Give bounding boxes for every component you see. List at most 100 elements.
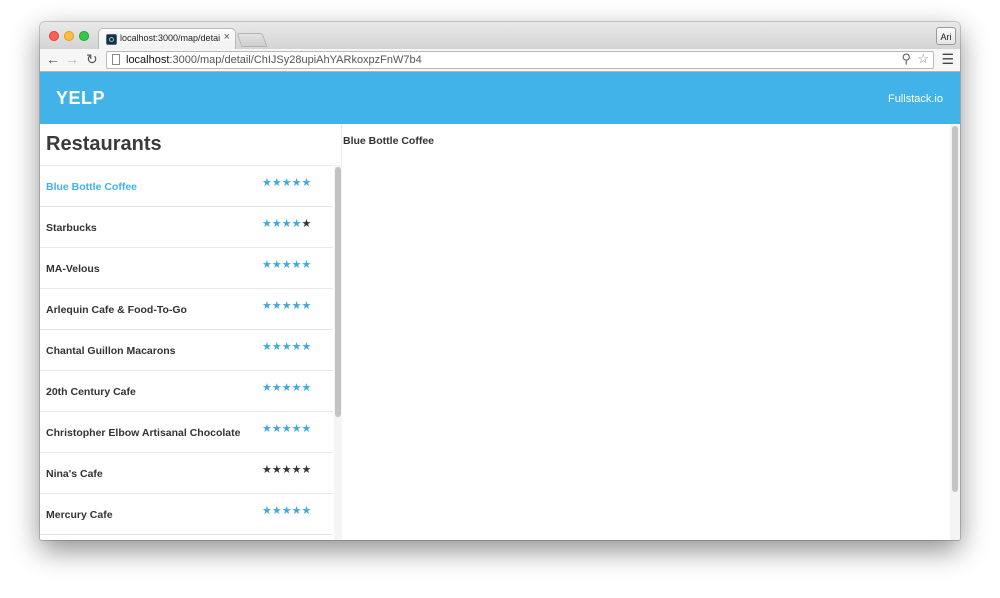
restaurant-name[interactable]: Nina's Cafe <box>46 468 103 480</box>
close-window-button[interactable] <box>49 31 59 41</box>
star-icon: ★ <box>271 505 282 517</box>
star-icon: ★ <box>291 382 302 394</box>
address-bar[interactable]: localhost:3000/map/detail/ChIJSy28upiAhY… <box>106 51 934 69</box>
restaurants-sidebar: Restaurants Blue Bottle Coffee ★★★★★ Starb… <box>40 124 342 540</box>
star-icon: ★ <box>262 259 272 271</box>
star-rating: ★★★★★ <box>262 296 311 314</box>
star-icon: ★ <box>281 341 292 353</box>
star-icon: ★ <box>291 423 302 435</box>
page-icon <box>112 54 120 65</box>
star-rating: ★★★★★ <box>262 173 311 191</box>
restaurant-name[interactable]: Blue Bottle Coffee <box>46 181 137 193</box>
browser-tab[interactable]: localhost:3000/map/detail/ × <box>98 28 236 49</box>
star-icon: ★ <box>262 382 272 394</box>
star-icon: ★ <box>291 259 302 271</box>
star-icon: ★ <box>262 177 272 189</box>
sidebar-title: Restaurants <box>46 133 162 155</box>
restaurant-name[interactable]: 20th Century Cafe <box>46 386 136 398</box>
yelp-logo[interactable]: YELP <box>56 88 105 109</box>
url-path: :3000/map/detail/ChIJSy28upiAhYARkoxpzFn… <box>169 54 422 66</box>
star-icon: ★ <box>281 382 292 394</box>
minimize-window-button[interactable] <box>64 31 74 41</box>
star-icon: ★ <box>262 218 272 230</box>
detail-panel: Blue Bottle Coffee <box>342 124 950 540</box>
reload-icon[interactable]: ↻ <box>86 51 98 68</box>
star-icon: ★ <box>281 300 292 312</box>
star-icon: ★ <box>301 464 312 476</box>
restaurant-name[interactable]: MA-Velous <box>46 263 100 275</box>
restaurant-list-item[interactable]: 20th Century Cafe ★★★★★ <box>40 371 333 412</box>
back-arrow-icon[interactable]: ← <box>46 51 60 68</box>
star-icon: ★ <box>281 423 292 435</box>
bookmark-star-icon[interactable]: ☆ <box>917 51 929 67</box>
list-scrollbar[interactable] <box>334 165 342 540</box>
restaurant-name[interactable]: Chantal Guillon Macarons <box>46 345 176 357</box>
star-rating: ★★★★★ <box>262 255 311 273</box>
star-icon: ★ <box>262 300 272 312</box>
restaurant-list-item[interactable]: Nina's Cafe ★★★★★ <box>40 453 333 494</box>
star-icon: ★ <box>301 218 312 230</box>
restaurant-list-item[interactable]: Starbucks ★★★★★ <box>40 207 333 248</box>
star-icon: ★ <box>271 177 282 189</box>
star-icon: ★ <box>291 177 302 189</box>
star-icon: ★ <box>301 300 312 312</box>
app-header: YELP Fullstack.io <box>40 72 960 124</box>
star-icon: ★ <box>291 218 302 230</box>
star-icon: ★ <box>271 464 282 476</box>
tab-close-icon[interactable]: × <box>224 31 230 43</box>
star-icon: ★ <box>301 382 312 394</box>
url-host: localhost <box>126 54 170 66</box>
search-zoom-icon[interactable]: ⚲ <box>901 51 911 67</box>
star-rating: ★★★★★ <box>262 378 311 396</box>
star-icon: ★ <box>271 341 282 353</box>
restaurant-name[interactable]: Starbucks <box>46 222 97 234</box>
restaurant-list-item[interactable]: Arlequin Cafe & Food-To-Go ★★★★★ <box>40 289 333 330</box>
star-icon: ★ <box>301 177 312 189</box>
star-icon: ★ <box>281 218 292 230</box>
star-icon: ★ <box>291 505 302 517</box>
star-icon: ★ <box>262 464 272 476</box>
maximize-window-button[interactable] <box>79 31 89 41</box>
restaurant-name[interactable]: Christopher Elbow Artisanal Chocolate <box>46 427 240 439</box>
tab-title: localhost:3000/map/detail/ <box>120 33 220 43</box>
star-rating: ★★★★★ <box>262 501 311 519</box>
page-scrollbar-thumb[interactable] <box>952 126 958 492</box>
star-icon: ★ <box>291 341 302 353</box>
browser-toolbar: ← → ↻ localhost:3000/map/detail/ChIJSy28… <box>40 49 960 72</box>
profile-button[interactable]: Ari <box>936 27 956 45</box>
forward-arrow-icon[interactable]: → <box>65 51 79 68</box>
react-favicon-icon <box>106 34 117 45</box>
browser-window: localhost:3000/map/detail/ × Ari ← → ↻ l… <box>40 22 960 540</box>
star-icon: ★ <box>291 300 302 312</box>
page-scrollbar[interactable] <box>950 124 960 540</box>
star-icon: ★ <box>281 177 292 189</box>
fullstack-link[interactable]: Fullstack.io <box>888 93 943 105</box>
restaurant-list-item[interactable]: MA-Velous ★★★★★ <box>40 248 333 289</box>
restaurant-list-item[interactable]: Mercury Cafe ★★★★★ <box>40 494 333 535</box>
menu-icon[interactable]: ☰ <box>941 52 954 67</box>
star-icon: ★ <box>301 341 312 353</box>
url-text[interactable]: localhost:3000/map/detail/ChIJSy28upiAhY… <box>126 53 422 68</box>
star-icon: ★ <box>271 382 282 394</box>
restaurant-name[interactable]: Arlequin Cafe & Food-To-Go <box>46 304 187 316</box>
restaurant-list-item[interactable]: Chantal Guillon Macarons ★★★★★ <box>40 330 333 371</box>
new-tab-button[interactable] <box>236 33 268 47</box>
star-icon: ★ <box>281 464 292 476</box>
list-scrollbar-thumb[interactable] <box>335 167 341 417</box>
restaurant-list-item[interactable]: Christopher Elbow Artisanal Chocolate ★★★… <box>40 412 333 453</box>
restaurant-list-item[interactable]: Blue Bottle Coffee ★★★★★ <box>40 166 333 207</box>
star-icon: ★ <box>281 259 292 271</box>
star-icon: ★ <box>271 423 282 435</box>
restaurant-list[interactable]: Blue Bottle Coffee ★★★★★ Starbucks ★★★★★ MA-… <box>40 165 333 540</box>
tab-strip: localhost:3000/map/detail/ × Ari <box>40 22 960 49</box>
star-icon: ★ <box>271 300 282 312</box>
star-rating: ★★★★★ <box>262 419 311 437</box>
star-rating: ★★★★★ <box>262 460 311 478</box>
star-rating: ★★★★★ <box>262 337 311 355</box>
star-icon: ★ <box>262 505 272 517</box>
star-icon: ★ <box>271 259 282 271</box>
star-icon: ★ <box>271 218 282 230</box>
restaurant-name[interactable]: Mercury Cafe <box>46 509 113 521</box>
star-icon: ★ <box>301 259 312 271</box>
star-icon: ★ <box>262 423 272 435</box>
